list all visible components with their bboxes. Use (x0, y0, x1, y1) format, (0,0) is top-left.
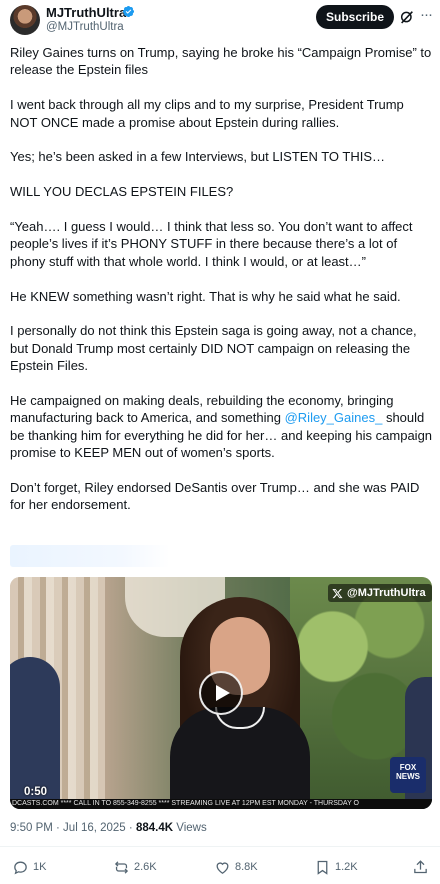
action-bar: 1K 2.6K 8.8K 1.2K (0, 856, 440, 878)
post-paragraph: I went back through all my clips and to … (10, 97, 404, 130)
post-paragraph: I personally do not think this Epstein s… (10, 323, 417, 374)
share-button[interactable] (412, 856, 429, 878)
post-header: MJTruthUltra @MJTruthUltra Subscribe ··· (0, 0, 440, 40)
more-options-icon[interactable]: ··· (420, 6, 433, 23)
view-label: Views (173, 822, 207, 834)
fox-news-logo: FOX NEWS (390, 757, 426, 793)
post-text: Riley Gaines turns on Trump, saying he b… (10, 44, 434, 531)
post-paragraph: Riley Gaines turns on Trump, saying he b… (10, 45, 432, 78)
post-paragraph: WILL YOU DECLAS EPSTEIN FILES? (10, 184, 234, 200)
post-paragraph: Yes; he’s been asked in a few Interviews… (10, 149, 386, 165)
news-ticker: DCASTS.COM **** CALL IN TO 855-349-8255 … (10, 799, 432, 809)
grok-icon[interactable] (399, 9, 415, 25)
x-logo-icon (332, 588, 343, 598)
post-paragraph: He campaigned on making deals, rebuildin… (10, 392, 434, 462)
verified-badge-icon (122, 5, 135, 18)
view-count: 884.4K (135, 822, 174, 834)
repost-count: 2.6K (134, 861, 157, 873)
divider (0, 846, 440, 847)
loading-placeholder (10, 545, 170, 567)
bookmark-count: 1.2K (335, 861, 358, 873)
bookmark-icon (317, 860, 328, 875)
post-paragraph: Don’t forget, Riley endorsed DeSantis ov… (10, 480, 420, 513)
heart-icon (216, 861, 229, 874)
author-avatar[interactable] (10, 5, 40, 35)
reply-icon (14, 861, 27, 874)
like-count: 8.8K (235, 861, 258, 873)
post-timestamp[interactable]: 9:50 PM · Jul 16, 2025 · (10, 822, 136, 834)
author-display-name[interactable]: MJTruthUltra (46, 5, 126, 20)
play-icon (216, 685, 230, 701)
video-watermark-text: @MJTruthUltra (347, 587, 426, 599)
like-button[interactable]: 8.8K (214, 856, 258, 878)
post-metadata: 9:50 PM · Jul 16, 2025 · 884.4K Views (10, 822, 207, 834)
share-icon (414, 859, 427, 873)
post-paragraph: He KNEW something wasn’t right. That is … (10, 288, 401, 304)
video-watermark: @MJTruthUltra (328, 584, 432, 602)
video-player[interactable]: @MJTruthUltra 0:50 FOX NEWS DCASTS.COM *… (10, 577, 432, 809)
reply-button[interactable]: 1K (12, 856, 46, 878)
subscribe-button[interactable]: Subscribe (316, 5, 394, 29)
mention-link[interactable]: @Riley_Gaines_ (285, 410, 383, 425)
play-button[interactable] (199, 671, 243, 715)
repost-button[interactable]: 2.6K (113, 856, 157, 878)
post-paragraph: “Yeah…. I guess I would… I think that le… (10, 219, 413, 269)
bookmark-button[interactable]: 1.2K (314, 856, 358, 878)
reply-count: 1K (33, 861, 47, 873)
video-duration: 0:50 (24, 786, 48, 798)
author-handle[interactable]: @MJTruthUltra (46, 21, 124, 33)
repost-icon (114, 860, 129, 874)
